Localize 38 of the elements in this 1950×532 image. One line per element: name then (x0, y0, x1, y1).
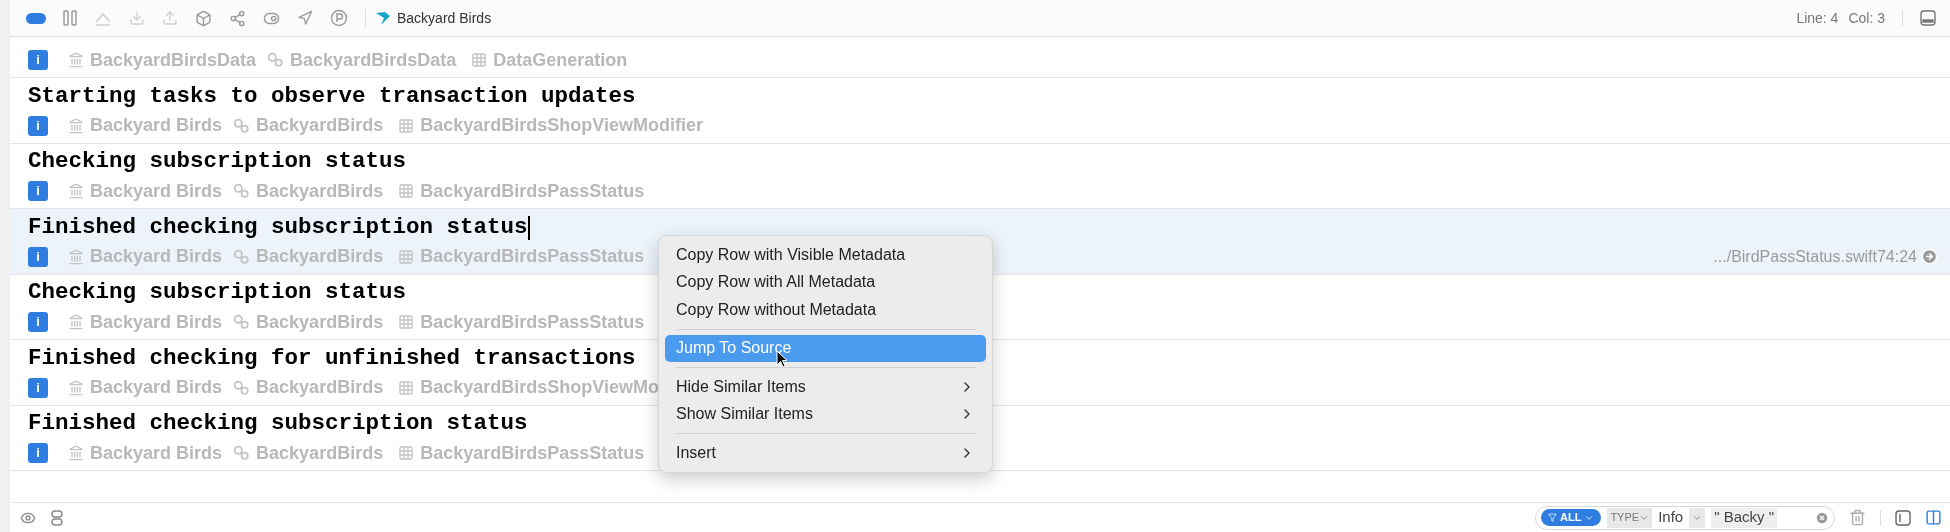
log-message: Checking subscription status (28, 278, 407, 308)
process-name: BackyardBirds (256, 245, 384, 268)
library-name: Backyard Birds (90, 179, 223, 203)
type-value: Info (1658, 507, 1684, 528)
info-badge: i (28, 181, 48, 201)
info-badge: i (28, 115, 48, 136)
query-token: " Backy " (1711, 507, 1777, 528)
process-name: BackyardBirds (256, 114, 384, 137)
log-message: Finished checking subscription status (28, 212, 528, 242)
library-name: Backyard Birds (90, 245, 223, 268)
library-name: Backyard Birds (90, 376, 223, 399)
process-name: BackyardBirds (256, 441, 384, 465)
info-badge: i (28, 246, 48, 267)
category-name: BackyardBirdsPassStatus (420, 310, 645, 334)
process-name: BackyardBirdsData (290, 48, 457, 72)
process-name: BackyardBirds (256, 179, 384, 203)
info-badge: i (28, 50, 48, 70)
library-name: Backyard Birds (90, 441, 223, 465)
info-badge: i (28, 377, 48, 398)
line-number: Line: 4 (1796, 8, 1839, 28)
info-badge: i (28, 443, 48, 463)
library-name: BackyardBirdsData (90, 48, 257, 72)
column-number: Col: 3 (1848, 8, 1885, 28)
category-name: BackyardBirdsPassStatus (420, 245, 645, 268)
library-name: Backyard Birds (90, 310, 223, 334)
category-name: DataGeneration (493, 48, 628, 72)
category-name: BackyardBirdsPassStatus (420, 441, 645, 465)
category-name: BackyardBirdsShopViewMo (420, 376, 659, 399)
log-message: Starting tasks to observe transaction updates (28, 81, 636, 111)
category-name: BackyardBirdsPassStatus (420, 179, 645, 203)
library-name: Backyard Birds (90, 114, 223, 137)
log-message: Checking subscription status (28, 147, 407, 177)
info-badge: i (28, 312, 48, 332)
category-name: BackyardBirdsShopViewModifier (420, 114, 703, 137)
log-message: Finished checking for unfinished transactions (28, 343, 636, 373)
process-name: BackyardBirds (256, 310, 384, 334)
process-name: BackyardBirds (256, 376, 384, 399)
log-message: Finished checking subscription status (28, 409, 528, 439)
